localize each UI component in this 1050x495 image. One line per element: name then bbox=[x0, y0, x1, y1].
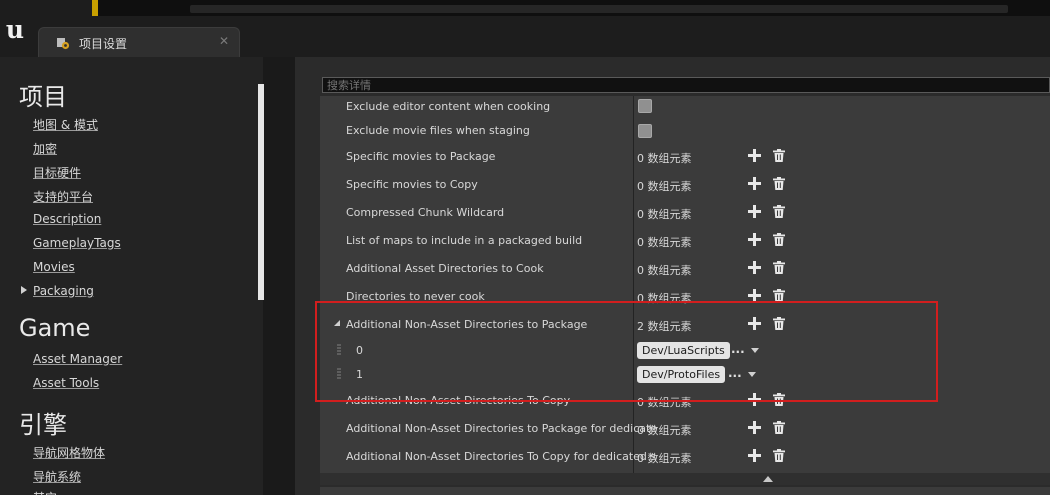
delete-all-trash-icon[interactable] bbox=[773, 233, 787, 247]
add-element-icon[interactable] bbox=[748, 393, 762, 407]
property-label: Exclude movie files when staging bbox=[346, 124, 530, 137]
tab-close-icon[interactable]: ✕ bbox=[219, 34, 229, 48]
add-element-icon[interactable] bbox=[748, 449, 762, 463]
next-category-row bbox=[320, 487, 1050, 495]
property-label: Additional Non-Asset Directories To Copy… bbox=[346, 450, 657, 463]
array-index: 1 bbox=[356, 368, 363, 381]
delete-all-trash-icon[interactable] bbox=[773, 393, 787, 407]
property-label: Directories to never cook bbox=[346, 290, 485, 303]
sidebar-item-navigation-system[interactable]: 导航系统 bbox=[33, 468, 81, 485]
top-toolbar-strip bbox=[92, 0, 1050, 16]
settings-gear-icon bbox=[56, 35, 70, 50]
sidebar-item-movies[interactable]: Movies bbox=[33, 260, 75, 274]
directory-path-field[interactable]: Dev/ProtoFiles bbox=[637, 366, 726, 383]
tab-label: 项目设置 bbox=[79, 37, 128, 51]
delete-all-trash-icon[interactable] bbox=[773, 261, 787, 275]
delete-all-trash-icon[interactable] bbox=[773, 205, 787, 219]
sidebar-item-target-hardware[interactable]: 目标硬件 bbox=[33, 164, 81, 181]
delete-all-trash-icon[interactable] bbox=[773, 449, 787, 463]
array-count: 0 数组元素 bbox=[637, 264, 692, 277]
tab-project-settings[interactable]: 项目设置 ✕ bbox=[38, 27, 240, 57]
property-label: Additional Non-Asset Directories To Copy bbox=[346, 394, 571, 407]
property-label: Compressed Chunk Wildcard bbox=[346, 206, 505, 219]
sidebar-item-supported-platforms[interactable]: 支持的平台 bbox=[33, 188, 93, 205]
drag-handle-icon[interactable] bbox=[337, 344, 341, 356]
array-count: 2 数组元素 bbox=[637, 320, 692, 333]
add-element-icon[interactable] bbox=[748, 149, 762, 163]
delete-all-trash-icon[interactable] bbox=[773, 317, 787, 331]
delete-all-trash-icon[interactable] bbox=[773, 421, 787, 435]
exclude-editor-content-checkbox[interactable] bbox=[638, 99, 652, 113]
array-count: 0 数组元素 bbox=[637, 292, 692, 305]
sidebar-section-game: Game bbox=[19, 314, 91, 342]
sidebar-item-maps-modes[interactable]: 地图 & 模式 bbox=[33, 116, 98, 133]
property-label: Additional Non-Asset Directories to Pack… bbox=[346, 422, 658, 435]
array-count: 0 数组元素 bbox=[637, 424, 692, 437]
sidebar-item-description[interactable]: Description bbox=[33, 212, 101, 226]
property-label: Specific movies to Package bbox=[346, 150, 496, 163]
scroll-strip[interactable] bbox=[320, 473, 1050, 485]
sidebar-scrollbar[interactable] bbox=[258, 84, 264, 300]
add-element-icon[interactable] bbox=[748, 177, 762, 191]
sidebar-item-asset-manager[interactable]: Asset Manager bbox=[33, 352, 122, 366]
sidebar-item-other[interactable]: 其它 bbox=[33, 489, 57, 495]
sidebar-item-packaging[interactable]: Packaging bbox=[33, 284, 94, 298]
more-options-icon[interactable]: ... bbox=[728, 366, 742, 380]
delete-all-trash-icon[interactable] bbox=[773, 177, 787, 191]
array-count: 0 数组元素 bbox=[637, 208, 692, 221]
add-element-icon[interactable] bbox=[748, 233, 762, 247]
array-count: 0 数组元素 bbox=[637, 236, 692, 249]
column-divider[interactable] bbox=[633, 96, 634, 473]
more-options-icon[interactable]: ... bbox=[731, 342, 745, 356]
property-label: Additional Non-Asset Directories to Pack… bbox=[346, 318, 588, 331]
add-element-icon[interactable] bbox=[748, 261, 762, 275]
sidebar-item-gameplaytags[interactable]: GameplayTags bbox=[33, 236, 121, 250]
sidebar-item-asset-tools[interactable]: Asset Tools bbox=[33, 376, 99, 390]
sidebar-gutter bbox=[263, 57, 295, 495]
sidebar-item-navmesh[interactable]: 导航网格物体 bbox=[33, 444, 105, 461]
array-count: 0 数组元素 bbox=[637, 180, 692, 193]
array-index: 0 bbox=[356, 344, 363, 357]
dropdown-arrow-icon[interactable] bbox=[748, 372, 756, 377]
sidebar-section-engine: 引擎 bbox=[19, 411, 67, 439]
array-count: 0 数组元素 bbox=[637, 152, 692, 165]
property-label: Additional Asset Directories to Cook bbox=[346, 262, 544, 275]
scroll-up-icon[interactable] bbox=[763, 476, 773, 482]
sidebar-expand-arrow-icon[interactable] bbox=[21, 286, 27, 294]
sidebar-item-encryption[interactable]: 加密 bbox=[33, 140, 57, 157]
top-strip-accent bbox=[92, 0, 98, 16]
add-element-icon[interactable] bbox=[748, 289, 762, 303]
unreal-logo-icon: u bbox=[5, 15, 25, 44]
dropdown-arrow-icon[interactable] bbox=[751, 348, 759, 353]
delete-all-trash-icon[interactable] bbox=[773, 289, 787, 303]
add-element-icon[interactable] bbox=[748, 421, 762, 435]
property-label: Exclude editor content when cooking bbox=[346, 100, 551, 113]
exclude-movie-files-checkbox[interactable] bbox=[638, 124, 652, 138]
top-toolbar-track bbox=[190, 5, 1008, 13]
search-details-input[interactable] bbox=[322, 77, 1050, 93]
property-label: List of maps to include in a packaged bu… bbox=[346, 234, 583, 247]
array-count: 0 数组元素 bbox=[637, 396, 692, 409]
sidebar-section-project: 项目 bbox=[19, 83, 67, 111]
directory-path-field[interactable]: Dev/LuaScripts bbox=[637, 342, 730, 359]
array-count: 0 数组元素 bbox=[637, 452, 692, 465]
drag-handle-icon[interactable] bbox=[337, 368, 341, 380]
add-element-icon[interactable] bbox=[748, 317, 762, 331]
property-label: Specific movies to Copy bbox=[346, 178, 478, 191]
delete-all-trash-icon[interactable] bbox=[773, 149, 787, 163]
collapse-arrow-icon[interactable] bbox=[334, 320, 340, 326]
add-element-icon[interactable] bbox=[748, 205, 762, 219]
